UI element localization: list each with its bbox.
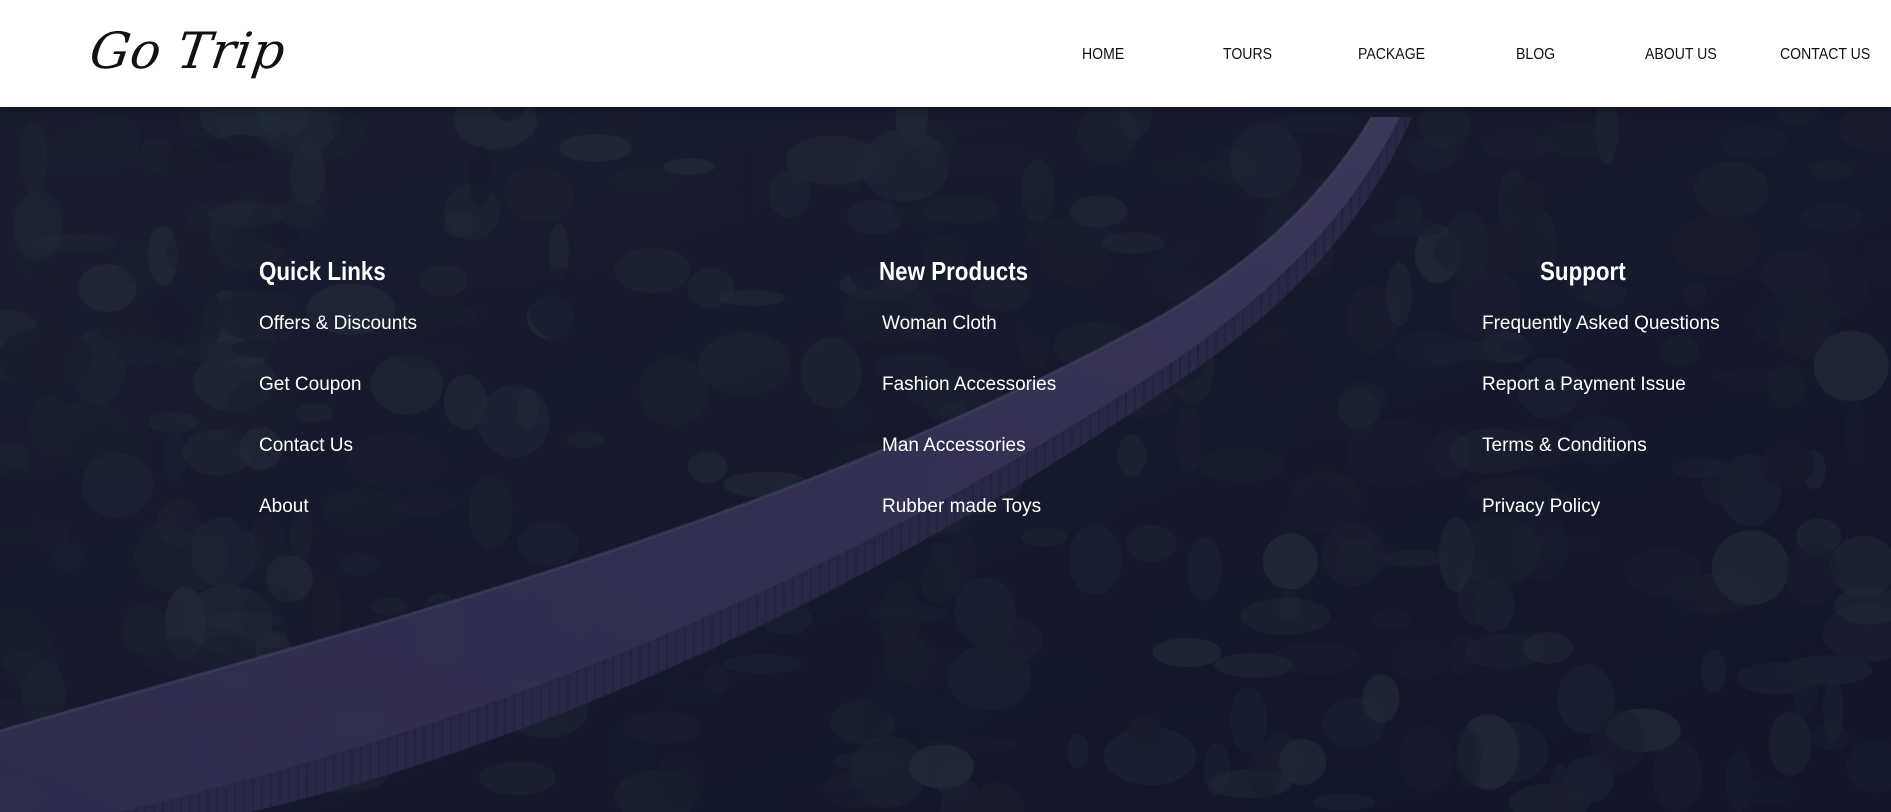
site-logo[interactable]: Go Trip <box>86 20 289 82</box>
nav-contact-us[interactable]: CONTACT US <box>1780 44 1870 66</box>
nav-tours[interactable]: TOURS <box>1223 44 1272 66</box>
nav-blog[interactable]: BLOG <box>1516 44 1555 66</box>
site-header: Go Trip HOME TOURS PACKAGE BLOG ABOUT US… <box>0 0 1891 107</box>
footer-link-get-coupon[interactable]: Get Coupon <box>259 373 417 397</box>
footer-column-new-products: New Products Woman Cloth Fashion Accesso… <box>879 254 1056 556</box>
footer-link-report-payment-issue[interactable]: Report a Payment Issue <box>1482 373 1720 397</box>
nav-package[interactable]: PACKAGE <box>1358 44 1425 66</box>
footer-link-offers-discounts[interactable]: Offers & Discounts <box>259 312 417 336</box>
footer-link-faq[interactable]: Frequently Asked Questions <box>1482 312 1720 336</box>
nav-about-us[interactable]: ABOUT US <box>1645 44 1717 66</box>
footer-link-privacy-policy[interactable]: Privacy Policy <box>1482 495 1720 519</box>
footer-link-terms-conditions[interactable]: Terms & Conditions <box>1482 434 1720 458</box>
footer-column-support: Support Frequently Asked Questions Repor… <box>1482 254 1720 556</box>
footer-link-fashion-accessories[interactable]: Fashion Accessories <box>882 373 1056 397</box>
footer-link-woman-cloth[interactable]: Woman Cloth <box>882 312 1056 336</box>
footer-heading-support: Support <box>1540 256 1626 286</box>
nav-home[interactable]: HOME <box>1082 44 1124 66</box>
footer-heading-quick-links: Quick Links <box>259 256 386 286</box>
footer-link-contact-us[interactable]: Contact Us <box>259 434 417 458</box>
footer-link-rubber-made-toys[interactable]: Rubber made Toys <box>882 495 1056 519</box>
footer-column-quick-links: Quick Links Offers & Discounts Get Coupo… <box>259 254 417 556</box>
footer-link-about[interactable]: About <box>259 495 417 519</box>
footer-heading-new-products: New Products <box>879 256 1029 286</box>
footer-link-man-accessories[interactable]: Man Accessories <box>882 434 1056 458</box>
